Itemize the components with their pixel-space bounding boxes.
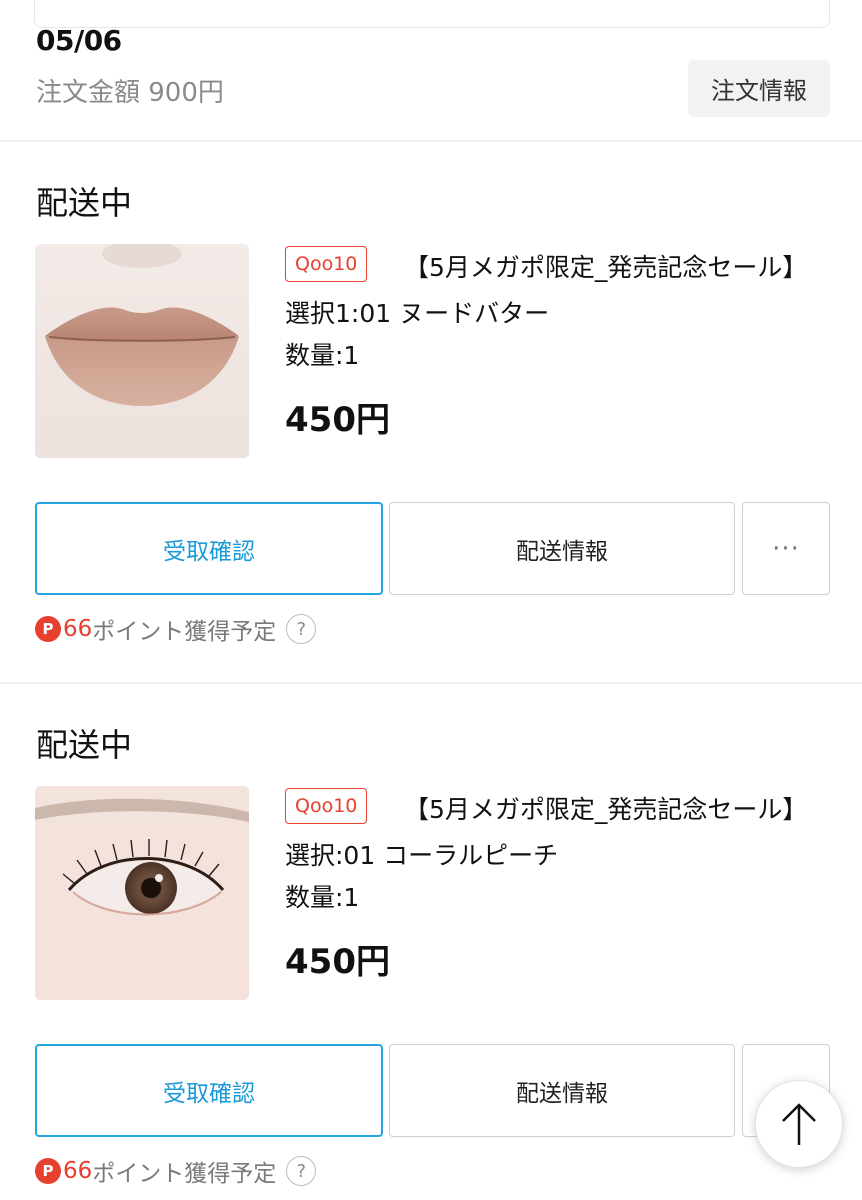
order-info-button[interactable]: 注文情報 — [688, 60, 830, 117]
shop-badge: Qoo10 — [285, 788, 368, 824]
shipping-info-button[interactable]: 配送情報 — [389, 502, 735, 595]
product-option: 選択:01 コーラルピーチ — [285, 841, 559, 870]
product-title[interactable]: 【5月メガポ限定_発売記念セール】 — [404, 248, 816, 284]
scroll-to-top-button[interactable] — [755, 1080, 843, 1168]
eye-image — [35, 786, 249, 1000]
order-date: 05/06 — [36, 24, 122, 57]
product-option: 選択1:01 ヌードバター — [285, 299, 550, 328]
points-icon: P — [35, 1158, 61, 1184]
order-item: 配送中 Qoo10 【5月メガポ限定_発売記念セール】 選択:01 コーラルピー… — [0, 684, 862, 1200]
shop-badge: Qoo10 — [285, 246, 368, 282]
product-quantity: 数量:1 — [285, 341, 360, 370]
order-header: 05/06 注文金額 900円 注文情報 — [0, 0, 862, 140]
lips-image — [35, 244, 249, 458]
order-item: 配送中 Qoo10 【5月メガポ限定_発売記念セール】 選択1:01 ヌードバタ… — [0, 142, 862, 682]
delivery-status: 配送中 — [36, 184, 133, 222]
delivery-status: 配送中 — [36, 726, 133, 764]
help-icon[interactable]: ? — [286, 614, 317, 644]
product-price: 450円 — [285, 942, 390, 982]
points-value: 66 — [63, 616, 93, 642]
product-price: 450円 — [285, 400, 390, 440]
points-label: ポイント獲得予定 — [92, 1161, 277, 1187]
confirm-receipt-button[interactable]: 受取確認 — [35, 1044, 383, 1137]
points-label: ポイント獲得予定 — [92, 619, 277, 645]
help-icon[interactable]: ? — [286, 1156, 317, 1186]
confirm-receipt-button[interactable]: 受取確認 — [35, 502, 383, 595]
arrow-up-icon — [782, 1103, 816, 1145]
more-options-button[interactable]: ··· — [742, 502, 830, 595]
points-info: P 66 ポイント獲得予定 ? — [35, 1154, 317, 1188]
order-amount: 注文金額 900円 — [36, 78, 224, 108]
shipping-info-button[interactable]: 配送情報 — [389, 1044, 735, 1137]
product-quantity: 数量:1 — [285, 883, 360, 912]
product-title[interactable]: 【5月メガポ限定_発売記念セール】 — [404, 790, 816, 826]
points-value: 66 — [63, 1158, 93, 1184]
product-image[interactable] — [35, 244, 249, 458]
points-icon: P — [35, 616, 61, 642]
product-image[interactable] — [35, 786, 249, 1000]
points-info: P 66 ポイント獲得予定 ? — [35, 612, 317, 646]
